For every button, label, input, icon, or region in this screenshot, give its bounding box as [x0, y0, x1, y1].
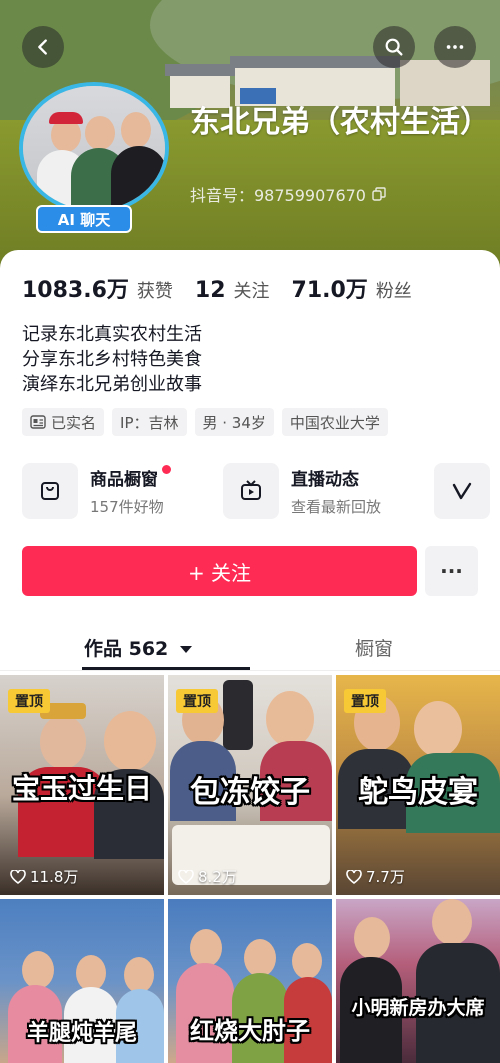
likes-count: 1083.6万: [22, 278, 129, 303]
followers-count[interactable]: 71.0万: [292, 272, 368, 304]
video-caption: 鸵鸟皮宴: [358, 775, 478, 810]
search-icon: [385, 38, 403, 56]
video-likes: 7.7万: [346, 866, 405, 887]
tab-works-label: 作品 562: [84, 638, 169, 660]
school-tag-label: 中国农业大学: [289, 413, 380, 432]
tab-divider: [0, 670, 500, 671]
video-caption: 红烧大肘子: [190, 1017, 310, 1045]
notification-dot: [162, 465, 171, 474]
heart-icon: [346, 869, 362, 884]
bio: 记录东北真实农村生活 分享东北乡村特色美食 演绎东北兄弟创业故事: [22, 322, 202, 397]
avatar-container[interactable]: [19, 82, 171, 218]
video-tile[interactable]: 小明新房办大席: [336, 899, 500, 1063]
live-entry[interactable]: 直播动态 查看最新回放: [223, 461, 381, 521]
verified-tag-label: 已实名: [51, 413, 97, 432]
bio-line: 分享东北乡村特色美食: [22, 349, 202, 370]
pinned-badge: 置顶: [8, 689, 50, 713]
extra-icon-box: [434, 463, 490, 519]
douyin-id[interactable]: 抖音号：98759907670: [190, 182, 386, 206]
following-label[interactable]: 关注: [234, 277, 270, 303]
more-options-button[interactable]: [434, 26, 476, 68]
video-tile[interactable]: 羊腿炖羊尾: [0, 899, 164, 1063]
video-tile[interactable]: 红烧大肘子: [168, 899, 332, 1063]
tv-icon: [241, 480, 261, 500]
extra-entry[interactable]: [434, 461, 490, 521]
live-title: 直播动态: [291, 470, 359, 490]
caret-down-icon: [179, 646, 192, 653]
shop-window-title: 商品橱窗: [90, 470, 158, 490]
heart-icon: [10, 869, 26, 884]
bio-line: 演绎东北兄弟创业故事: [22, 374, 202, 395]
follow-button[interactable]: + 关注: [22, 546, 417, 596]
ip-tag: IP：吉林: [112, 408, 187, 436]
verified-tag: 已实名: [22, 408, 105, 436]
profile-name: 东北兄弟（农村生活）: [190, 105, 490, 140]
chevron-left-icon: [38, 39, 47, 55]
avatar[interactable]: [19, 82, 169, 214]
more-actions-button[interactable]: ···: [425, 546, 478, 596]
more-dots-icon: [446, 45, 464, 49]
video-likes-count: 7.7万: [366, 868, 405, 886]
search-button[interactable]: [373, 26, 415, 68]
shop-window-entry[interactable]: 商品橱窗 157件好物: [22, 461, 171, 521]
id-card-icon: [30, 415, 46, 429]
shop-window-icon-box: [22, 463, 78, 519]
shop-window-subtitle: 157件好物: [90, 498, 164, 516]
video-caption: 羊腿炖羊尾: [26, 1021, 137, 1046]
video-tile[interactable]: 置顶 包冻饺子 8.2万: [168, 675, 332, 895]
likes-label: 获赞: [136, 281, 173, 302]
copy-icon[interactable]: [372, 187, 386, 201]
followers-label[interactable]: 粉丝: [376, 277, 412, 303]
tab-works[interactable]: 作品 562: [84, 634, 193, 661]
gender-age-tag: 男 · 34岁: [194, 408, 274, 436]
ai-chat-badge[interactable]: AI 聊天: [36, 205, 132, 233]
school-tag[interactable]: 中国农业大学: [281, 408, 388, 436]
video-likes: 11.8万: [10, 866, 78, 887]
pinned-badge: 置顶: [176, 689, 218, 713]
douyin-id-text: 抖音号：98759907670: [190, 186, 366, 205]
video-caption: 小明新房办大席: [351, 997, 485, 1019]
gender-age-tag-label: 男 · 34岁: [202, 413, 266, 432]
video-likes-count: 8.2万: [198, 868, 237, 886]
check-v-icon: [452, 482, 472, 500]
following-count[interactable]: 12: [195, 278, 226, 303]
video-likes-count: 11.8万: [30, 868, 79, 886]
live-icon-box: [223, 463, 279, 519]
video-tile[interactable]: 置顶 鸵鸟皮宴 7.7万: [336, 675, 500, 895]
heart-icon: [178, 869, 194, 884]
profile-tags: 已实名 IP：吉林 男 · 34岁 中国农业大学: [22, 408, 388, 436]
video-caption: 宝玉过生日: [11, 772, 152, 805]
video-tile[interactable]: 置顶 宝玉过生日 11.8万: [0, 675, 164, 895]
back-button[interactable]: [22, 26, 64, 68]
video-likes: 8.2万: [178, 866, 237, 887]
pinned-badge: 置顶: [344, 689, 386, 713]
tab-window[interactable]: 橱窗: [355, 634, 393, 661]
ip-tag-label: IP：吉林: [120, 413, 179, 432]
video-caption: 包冻饺子: [190, 775, 310, 810]
bio-line: 记录东北真实农村生活: [22, 324, 202, 345]
live-subtitle: 查看最新回放: [291, 498, 382, 516]
shopping-bag-icon: [41, 482, 59, 500]
stats-row: 1083.6万 获赞 12 关注 71.0万 粉丝: [22, 272, 434, 304]
